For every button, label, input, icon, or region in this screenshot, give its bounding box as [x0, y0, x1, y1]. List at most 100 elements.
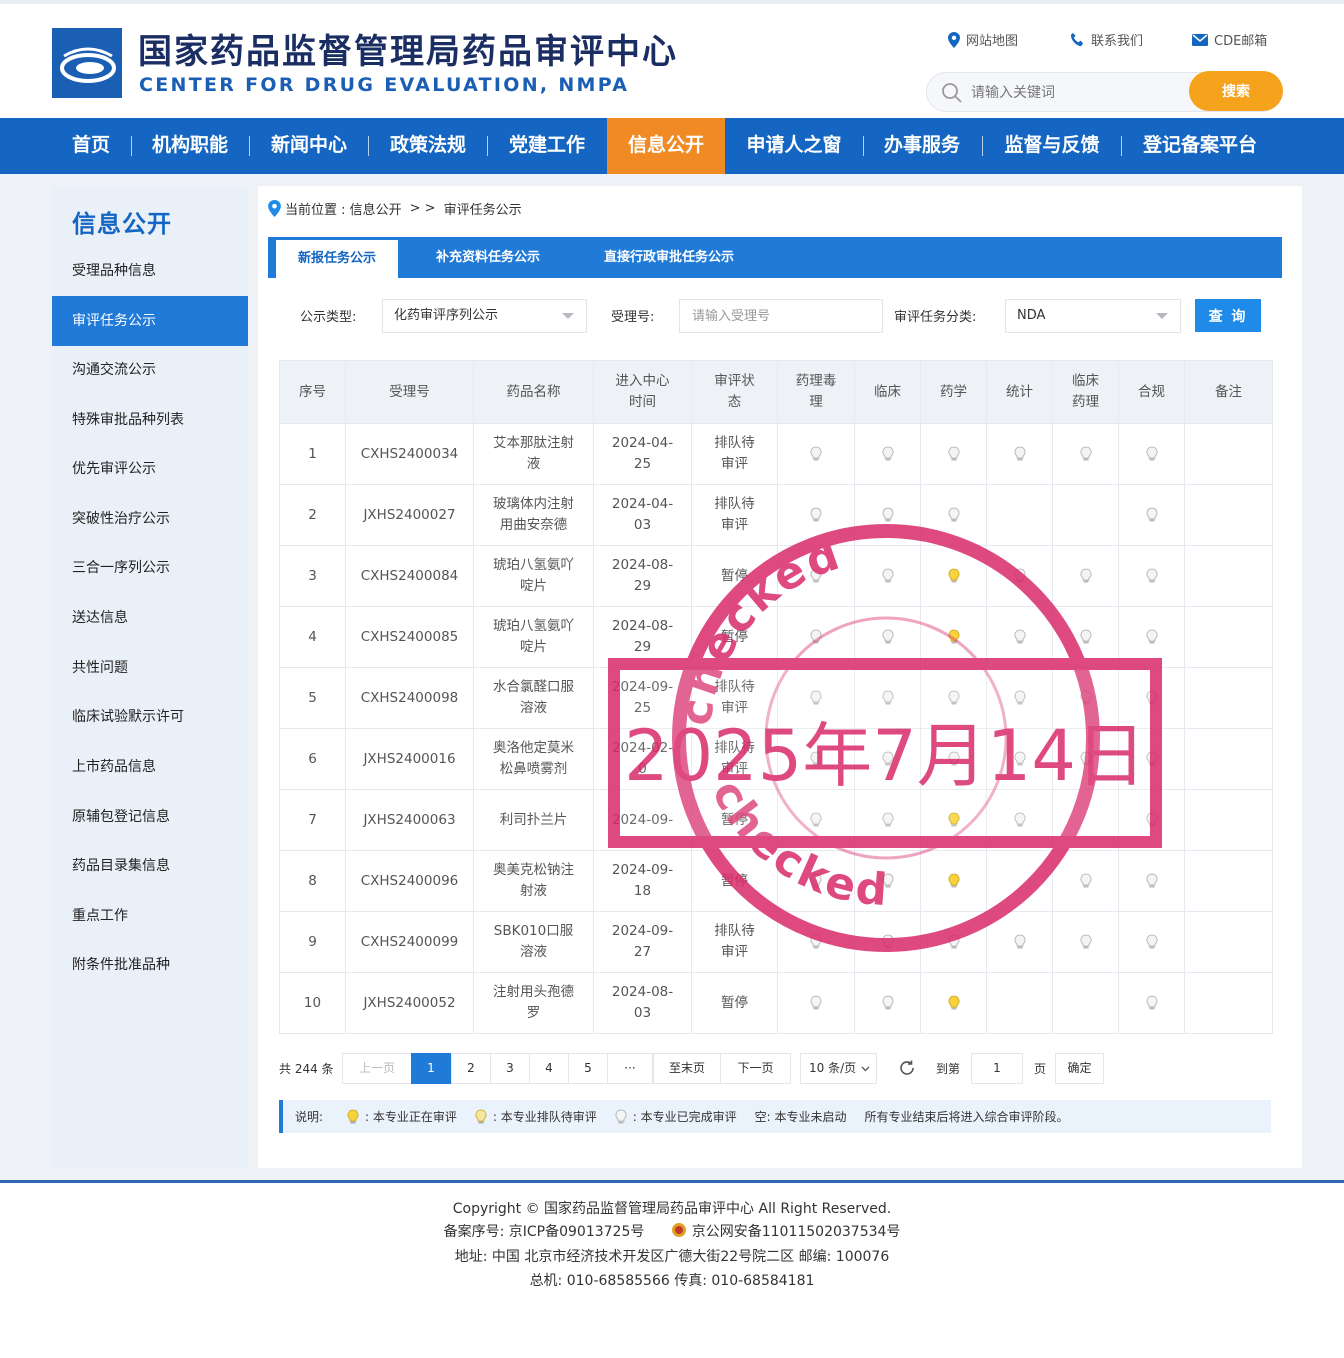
specialty-status-cell — [1118, 972, 1185, 1034]
nav-divider — [368, 136, 369, 156]
bulb-done-icon — [1146, 568, 1157, 582]
nav-registration[interactable]: 登记备案平台 — [1131, 118, 1269, 174]
category-select-value: NDA — [1017, 308, 1046, 323]
nav-home[interactable]: 首页 — [60, 118, 122, 174]
nav-divider — [131, 136, 132, 156]
sitemap-link[interactable]: 网站地图 — [948, 30, 1018, 49]
nav-services[interactable]: 办事服务 — [872, 118, 972, 174]
sidebar-item[interactable]: 重点工作 — [52, 891, 248, 941]
specialty-status-cell — [986, 606, 1053, 668]
acceptance-number: JXHS2400052 — [345, 972, 474, 1034]
page-button[interactable]: 3 — [490, 1053, 530, 1084]
bulb-done-icon — [1146, 751, 1157, 765]
specialty-status-cell — [854, 911, 921, 973]
page-button[interactable]: 5 — [568, 1053, 608, 1084]
sidebar-item[interactable]: 受理品种信息 — [52, 246, 248, 296]
last-page-button[interactable]: 至末页 — [653, 1053, 721, 1084]
page-button[interactable]: 4 — [529, 1053, 569, 1084]
sidebar-item[interactable]: 上市药品信息 — [52, 742, 248, 792]
search-button[interactable]: 搜索 — [1189, 71, 1283, 111]
main-nav: 首页 机构职能 新闻中心 政策法规 党建工作 信息公开 申请人之窗 办事服务 监… — [0, 118, 1344, 174]
drug-name: 奥美克松钠注射液 — [473, 850, 594, 912]
bulb-done-icon — [1014, 751, 1025, 765]
bulb-done-icon — [1080, 629, 1091, 643]
bulb-done-icon — [1146, 812, 1157, 826]
bulb-done-icon — [1080, 873, 1091, 887]
bulb-done-icon — [810, 568, 822, 582]
sidebar-item[interactable]: 原辅包登记信息 — [52, 792, 248, 842]
specialty-status-cell — [854, 972, 921, 1034]
sidebar-item[interactable]: 附条件批准品种 — [52, 940, 248, 990]
nav-policy[interactable]: 政策法规 — [378, 118, 478, 174]
nav-supervision[interactable]: 监督与反馈 — [992, 118, 1112, 174]
page-button[interactable]: 1 — [411, 1053, 451, 1084]
goto-page-input[interactable]: 1 — [971, 1053, 1023, 1084]
bulb-done-icon — [810, 446, 822, 460]
entry-date: 2024-04-03 — [593, 484, 692, 546]
breadcrumb-path[interactable]: 当前位置 : 信息公开 — [285, 199, 402, 218]
nav-party[interactable]: 党建工作 — [497, 118, 597, 174]
sidebar-item[interactable]: 临床试验默示许可 — [52, 692, 248, 742]
sidebar-item[interactable]: 优先审评公示 — [52, 444, 248, 494]
icp-link[interactable]: 备案序号: 京ICP备09013725号 — [444, 1224, 645, 1240]
table-row: 4 CXHS2400085 琥珀八氢氨吖啶片 2024-08-29 暂停 — [279, 606, 1273, 668]
tab-direct-approval[interactable]: 直接行政审批任务公示 — [604, 237, 734, 278]
refresh-icon[interactable] — [897, 1058, 917, 1078]
specialty-status-cell — [777, 545, 855, 607]
contact-link[interactable]: 联系我们 — [1070, 30, 1143, 49]
specialty-status-cell — [1052, 728, 1119, 790]
type-select[interactable]: 化药审评序列公示 — [382, 299, 587, 333]
nav-info-public[interactable]: 信息公开 — [607, 118, 725, 174]
type-select-value: 化药审评序列公示 — [394, 308, 499, 323]
goto-label: 到第 — [936, 1062, 961, 1076]
bulb-done-icon — [948, 690, 959, 704]
tab-new-tasks[interactable]: 新报任务公示 — [276, 240, 399, 278]
page-button[interactable]: 2 — [451, 1053, 491, 1084]
next-page-button[interactable]: 下一页 — [720, 1053, 791, 1084]
sidebar-item-active[interactable]: 审评任务公示 — [52, 296, 248, 346]
nav-functions[interactable]: 机构职能 — [140, 118, 240, 174]
query-button[interactable]: 查 询 — [1195, 299, 1261, 332]
specialty-status-cell — [986, 972, 1053, 1034]
acceptance-input[interactable] — [679, 299, 883, 333]
legend-active: : 本专业正在审评 — [365, 1110, 457, 1124]
sidebar-item[interactable]: 特殊审批品种列表 — [52, 395, 248, 445]
table-row: 3 CXHS2400084 琥珀八氢氨吖啶片 2024-08-29 暂停 — [279, 545, 1273, 607]
table-row: 5 CXHS2400098 水合氯醛口服溶液 2024-09-25 排队待审评 — [279, 667, 1273, 729]
email-link[interactable]: CDE邮箱 — [1192, 30, 1267, 49]
police-record-link[interactable]: 京公网安备11011502037534号 — [692, 1224, 901, 1240]
sidebar-item[interactable]: 药品目录集信息 — [52, 841, 248, 891]
footer-phone: 总机: 010-68585566 传真: 010-68584181 — [529, 1273, 815, 1289]
tab-supplement-tasks[interactable]: 补充资料任务公示 — [436, 237, 540, 278]
sidebar-item[interactable]: 沟通交流公示 — [52, 345, 248, 395]
row-number: 9 — [279, 911, 346, 973]
drug-name: SBK010口服溶液 — [473, 911, 594, 973]
nav-applicant[interactable]: 申请人之窗 — [735, 118, 853, 174]
cde-logo[interactable] — [52, 28, 122, 98]
nav-news[interactable]: 新闻中心 — [259, 118, 359, 174]
review-status: 排队待审评 — [691, 728, 778, 790]
drug-name: 利司扑兰片 — [473, 789, 594, 851]
search-input[interactable] — [971, 81, 1171, 105]
row-number: 6 — [279, 728, 346, 790]
sidebar-item[interactable]: 突破性治疗公示 — [52, 494, 248, 544]
specialty-status-cell — [1118, 911, 1185, 973]
specialty-status-cell — [777, 789, 855, 851]
sidebar-item[interactable]: 共性问题 — [52, 643, 248, 693]
remark-cell — [1184, 545, 1273, 607]
bulb-done-icon — [882, 446, 893, 460]
category-select[interactable]: NDA — [1005, 299, 1181, 333]
footer-icp: 备案序号: 京ICP备09013725号 京公网安备11011502037534… — [0, 1221, 1344, 1241]
specialty-status-cell — [1118, 667, 1185, 729]
page-size-select[interactable]: 10 条/页 — [800, 1053, 877, 1084]
sidebar-item[interactable]: 送达信息 — [52, 593, 248, 643]
bulb-active-icon — [347, 1109, 359, 1123]
goto-confirm-button[interactable]: 确定 — [1055, 1053, 1104, 1084]
bulb-done-icon — [882, 690, 893, 704]
specialty-status-cell — [1052, 606, 1119, 668]
prev-page-button[interactable]: 上一页 — [342, 1053, 412, 1084]
bulb-done-icon — [882, 934, 893, 948]
drug-name: 奥洛他定莫米松鼻喷雾剂 — [473, 728, 594, 790]
bulb-done-icon — [810, 629, 822, 643]
sidebar-item[interactable]: 三合一序列公示 — [52, 543, 248, 593]
